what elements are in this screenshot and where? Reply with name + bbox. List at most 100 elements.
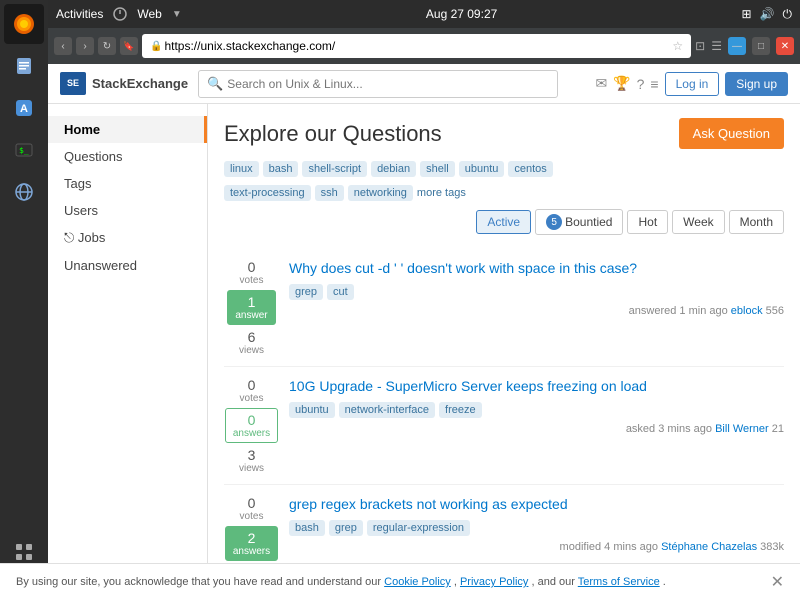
se-logo-text: StackExchange <box>92 76 188 91</box>
terminal-icon[interactable]: $_ <box>4 130 44 170</box>
filter-week-button[interactable]: Week <box>672 210 724 234</box>
tag-debian[interactable]: debian <box>371 161 416 177</box>
activities-label[interactable]: Activities <box>56 7 103 21</box>
main-area: Home Questions Tags Users ⎋ Jobs Unanswe… <box>48 104 800 600</box>
question-main: 10G Upgrade - SuperMicro Server keeps fr… <box>289 377 784 474</box>
network-icon[interactable] <box>4 172 44 212</box>
web-label[interactable]: Web <box>137 7 161 21</box>
tag-ubuntu[interactable]: ubuntu <box>459 161 505 177</box>
filter-hot-button[interactable]: Hot <box>627 210 668 234</box>
q-tag[interactable]: grep <box>329 520 363 536</box>
question-user[interactable]: Bill Werner <box>715 423 769 435</box>
view-stat: 6 views <box>239 329 264 356</box>
cookie-text: By using our site, you acknowledge that … <box>16 576 666 588</box>
signup-button[interactable]: Sign up <box>725 72 788 96</box>
ask-question-button[interactable]: Ask Question <box>679 118 784 149</box>
question-stats: 0 votes 1 answer 6 views <box>224 259 279 356</box>
url-input[interactable] <box>164 39 672 53</box>
close-button[interactable]: ✕ <box>776 37 794 55</box>
question-user[interactable]: Stéphane Chazelas <box>661 541 757 553</box>
tag-shell[interactable]: shell <box>420 161 455 177</box>
question-stats: 0 votes 0 answers 3 views <box>224 377 279 474</box>
bookmark-star-icon[interactable]: ☆ <box>672 39 683 53</box>
page-header: Explore our Questions Ask Question <box>224 118 784 149</box>
tags-row-2: text-processing ssh networking more tags <box>224 185 784 201</box>
software-icon[interactable]: A <box>4 88 44 128</box>
bookmark-button[interactable]: 🔖 <box>120 37 138 55</box>
meta-icon[interactable]: ≡ <box>650 76 658 92</box>
se-logo[interactable]: SE StackExchange <box>60 72 188 95</box>
question-user[interactable]: eblock <box>731 305 763 317</box>
datetime: Aug 27 09:27 <box>426 7 497 21</box>
question-item: 0 votes 1 answer 6 views Why do <box>224 249 784 367</box>
privacy-policy-link[interactable]: Privacy Policy <box>460 576 528 588</box>
svg-text:SE: SE <box>67 78 79 88</box>
tag-networking[interactable]: networking <box>348 185 413 201</box>
question-tags: grep cut <box>289 284 784 300</box>
firefox-icon[interactable] <box>4 4 44 44</box>
tag-linux[interactable]: linux <box>224 161 259 177</box>
question-title[interactable]: grep regex brackets not working as expec… <box>289 496 568 512</box>
maximize-button[interactable]: □ <box>752 37 770 55</box>
sidebar-item-home[interactable]: Home <box>48 116 207 143</box>
question-title[interactable]: 10G Upgrade - SuperMicro Server keeps fr… <box>289 378 647 394</box>
filter-active-button[interactable]: Active <box>476 210 531 234</box>
question-meta: answered 1 min ago eblock 556 <box>289 305 784 317</box>
search-icon: 🔍 <box>207 76 223 92</box>
sidebar-item-users[interactable]: Users <box>48 197 207 224</box>
more-tags-link[interactable]: more tags <box>417 187 466 199</box>
power-icon[interactable]: ⏻ <box>783 7 793 22</box>
se-search-box[interactable]: 🔍 <box>198 70 558 98</box>
filter-bountied-button[interactable]: 5 Bountied <box>535 209 623 235</box>
q-tag[interactable]: regular-expression <box>367 520 470 536</box>
filter-month-button[interactable]: Month <box>729 210 784 234</box>
sidebar-item-tags[interactable]: Tags <box>48 170 207 197</box>
sidebar: Home Questions Tags Users ⎋ Jobs Unanswe… <box>48 104 208 600</box>
page-title: Explore our Questions <box>224 121 442 147</box>
q-tag[interactable]: cut <box>327 284 354 300</box>
os-topbar: Activities Web ▼ Aug 27 09:27 ⊞ 🔊 ⏻ <box>48 0 800 28</box>
q-tag[interactable]: network-interface <box>339 402 435 418</box>
tags-row: linux bash shell-script debian shell ubu… <box>224 161 784 177</box>
cookie-close-button[interactable]: ✕ <box>771 572 784 592</box>
sidebar-item-unanswered[interactable]: Unanswered <box>48 252 207 279</box>
svg-text:$_: $_ <box>19 146 29 155</box>
tos-link[interactable]: Terms of Service <box>578 576 660 588</box>
browser-indicator-icon <box>113 7 127 21</box>
cookie-banner: By using our site, you acknowledge that … <box>0 563 800 600</box>
tag-bash[interactable]: bash <box>263 161 299 177</box>
sidebar-item-questions[interactable]: Questions <box>48 143 207 170</box>
cookie-policy-link[interactable]: Cookie Policy <box>384 576 451 588</box>
back-button[interactable]: ‹ <box>54 37 72 55</box>
reload-button[interactable]: ↻ <box>98 37 116 55</box>
filter-row: Active 5 Bountied Hot Week Month <box>224 209 784 235</box>
screenshot-icon[interactable]: ⊡ <box>695 39 705 53</box>
files-icon[interactable] <box>4 46 44 86</box>
tag-shell-script[interactable]: shell-script <box>302 161 367 177</box>
tag-centos[interactable]: centos <box>508 161 552 177</box>
q-tag[interactable]: bash <box>289 520 325 536</box>
inbox-icon[interactable]: ✉ <box>595 75 607 92</box>
volume-icon[interactable]: 🔊 <box>760 7 775 21</box>
tag-ssh[interactable]: ssh <box>315 185 344 201</box>
view-stat: 3 views <box>239 447 264 474</box>
url-bar[interactable]: 🔒 ☆ <box>142 34 691 58</box>
tag-text-processing[interactable]: text-processing <box>224 185 311 201</box>
sidebar-item-jobs[interactable]: ⎋ Jobs <box>48 224 207 252</box>
forward-button[interactable]: › <box>76 37 94 55</box>
answer-count-box: 0 answers <box>225 408 278 443</box>
help-icon[interactable]: ? <box>637 76 645 92</box>
q-tag[interactable]: ubuntu <box>289 402 335 418</box>
login-button[interactable]: Log in <box>665 72 720 96</box>
q-tag[interactable]: grep <box>289 284 323 300</box>
q-tag[interactable]: freeze <box>439 402 482 418</box>
dropdown-arrow[interactable]: ▼ <box>172 9 182 20</box>
question-tags: ubuntu network-interface freeze <box>289 402 784 418</box>
question-title[interactable]: Why does cut -d ' ' doesn't work with sp… <box>289 260 637 276</box>
vote-stat: 0 votes <box>240 259 264 286</box>
minimize-button[interactable]: — <box>728 37 746 55</box>
search-input[interactable] <box>227 77 549 91</box>
answer-count-box: 1 answer <box>227 290 275 325</box>
menu-icon[interactable]: ☰ <box>711 39 722 53</box>
achievements-icon[interactable]: 🏆 <box>613 75 630 92</box>
